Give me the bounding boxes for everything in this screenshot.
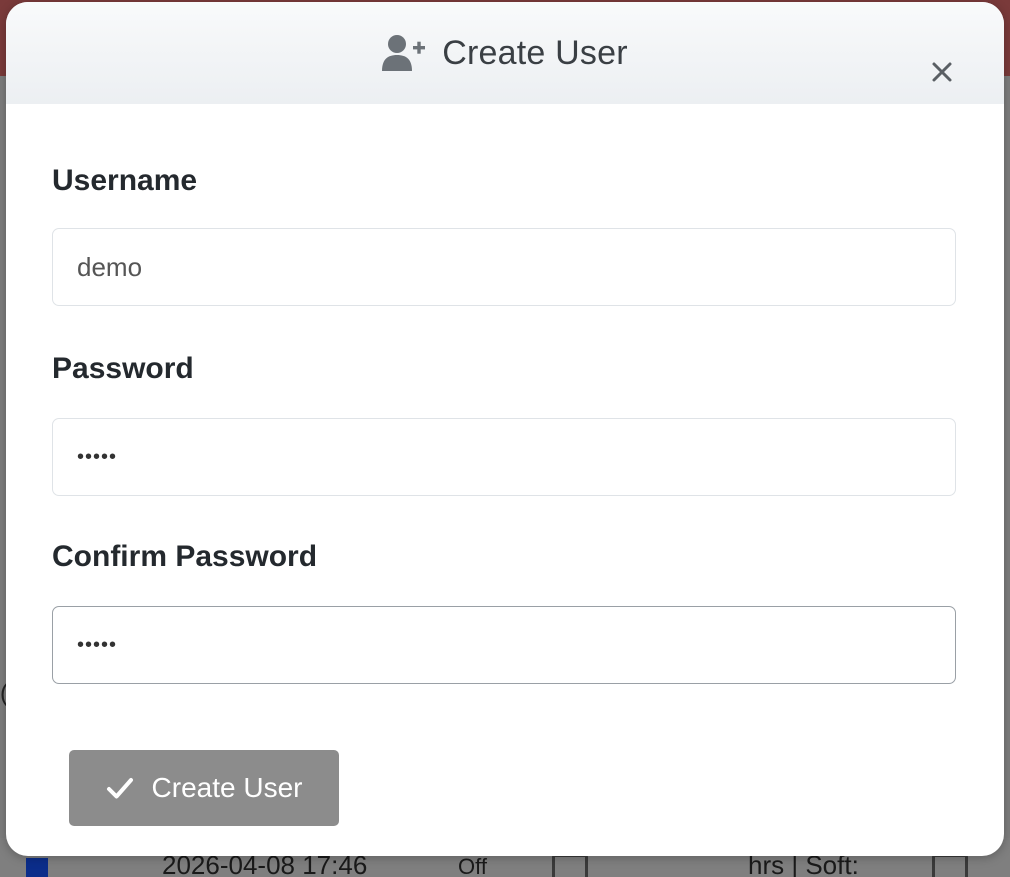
edit-icon (552, 854, 588, 877)
username-input[interactable] (52, 228, 956, 306)
flag-icon (26, 858, 48, 877)
password-input[interactable]: ••••• (52, 418, 956, 496)
create-user-button[interactable]: Create User (69, 750, 339, 826)
confirm-password-value: ••••• (77, 633, 118, 656)
confirm-password-label: Confirm Password (52, 540, 318, 573)
close-button[interactable] (930, 60, 954, 84)
modal-title: Create User (442, 33, 628, 72)
username-label: Username (52, 164, 198, 197)
confirm-password-input[interactable]: ••••• (52, 606, 956, 684)
create-user-button-label: Create User (151, 772, 303, 803)
checkmark-icon (106, 778, 133, 799)
close-icon (932, 62, 952, 82)
modal-header: Create User (6, 2, 1004, 104)
create-user-modal: Create User Username Password ••••• Conf… (6, 2, 1004, 856)
edit-icon (932, 854, 968, 877)
modal-title-group: Create User (6, 2, 1004, 104)
password-value: ••••• (77, 445, 118, 468)
user-plus-icon (382, 33, 428, 73)
password-label: Password (52, 352, 194, 385)
background-status: Off (458, 854, 487, 877)
